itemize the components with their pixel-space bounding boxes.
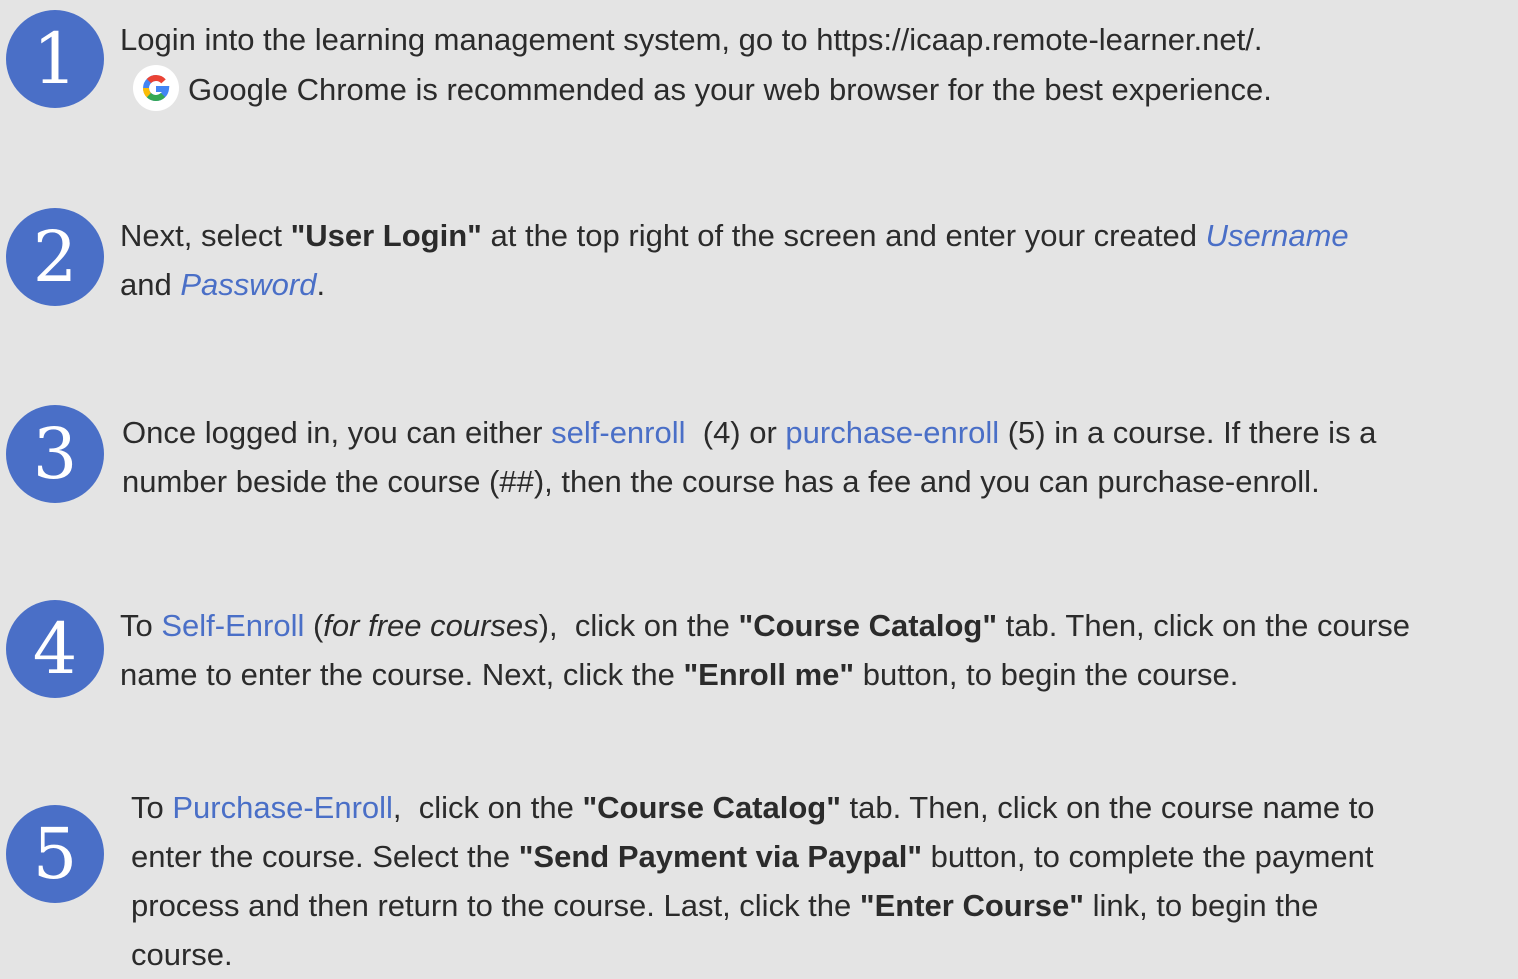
step-line: Google Chrome is recommended as your web… — [120, 64, 1272, 114]
step-text: Login into the learning management syste… — [120, 15, 1272, 114]
google-icon — [133, 65, 179, 111]
self-enroll-link[interactable]: Self-Enroll — [161, 608, 304, 643]
step-line: To Self-Enroll (for free courses), click… — [120, 608, 1411, 643]
password-link[interactable]: Password — [180, 267, 316, 302]
step-text: Next, select "User Login" at the top rig… — [120, 211, 1349, 309]
step-line: course. — [131, 937, 233, 972]
step-line: Next, select "User Login" at the top rig… — [120, 218, 1349, 253]
step-line: number beside the course (##), then the … — [122, 464, 1320, 499]
step-number-badge: 3 — [6, 405, 104, 503]
step-number-badge: 1 — [6, 10, 104, 108]
self-enroll-link[interactable]: self-enroll — [551, 415, 685, 450]
step-text: To Self-Enroll (for free courses), click… — [120, 601, 1410, 699]
step-number-badge: 2 — [6, 208, 104, 306]
step-line: Login into the learning management syste… — [120, 22, 1263, 57]
step-line: To Purchase-Enroll, click on the "Course… — [131, 790, 1375, 825]
purchase-enroll-link[interactable]: purchase-enroll — [785, 415, 999, 450]
step-line: and Password. — [120, 267, 326, 302]
purchase-enroll-link[interactable]: Purchase-Enroll — [172, 790, 393, 825]
step-text: To Purchase-Enroll, click on the "Course… — [131, 783, 1375, 979]
step-line: process and then return to the course. L… — [131, 888, 1319, 923]
step-line: name to enter the course. Next, click th… — [120, 657, 1239, 692]
step-line: enter the course. Select the "Send Payme… — [131, 839, 1374, 874]
step-line: Once logged in, you can either self-enro… — [122, 415, 1377, 450]
step-text: Once logged in, you can either self-enro… — [122, 408, 1376, 506]
username-link[interactable]: Username — [1206, 218, 1349, 253]
step-number-badge: 5 — [6, 805, 104, 903]
step-number-badge: 4 — [6, 600, 104, 698]
